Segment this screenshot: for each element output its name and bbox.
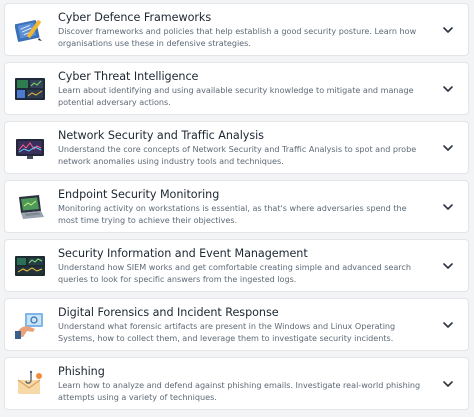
module-title: Security Information and Event Managemen… (58, 247, 308, 260)
network-monitor-icon (15, 134, 45, 162)
module-list: Cyber Defence Frameworks Discover framew… (4, 3, 469, 416)
module-title: Phishing (58, 365, 105, 378)
module-description: Understand what forensic artifacts are p… (58, 321, 396, 343)
chevron-down-icon[interactable] (442, 379, 454, 389)
module-card[interactable]: Cyber Defence Frameworks Discover framew… (4, 3, 469, 56)
threat-dashboard-icon (15, 75, 45, 103)
module-card[interactable]: Phishing Learn how to analyze and defend… (4, 357, 469, 410)
module-description: Understand the core concepts of Network … (58, 144, 417, 166)
forensics-hand-icon (15, 311, 45, 339)
module-card[interactable]: Digital Forensics and Incident Response … (4, 298, 469, 351)
module-description: Monitoring activity on workstations is e… (58, 203, 407, 225)
chevron-down-icon[interactable] (442, 320, 454, 330)
module-description: Discover frameworks and policies that he… (58, 26, 417, 48)
module-description: Learn how to analyze and defend against … (58, 380, 421, 402)
module-title: Network Security and Traffic Analysis (58, 129, 264, 142)
module-title: Digital Forensics and Incident Response (58, 306, 279, 319)
chevron-down-icon[interactable] (442, 202, 454, 212)
chevron-down-icon[interactable] (442, 261, 454, 271)
laptop-icon (15, 193, 45, 221)
siem-dashboard-icon (15, 252, 45, 280)
phishing-hook-icon (15, 370, 45, 398)
module-title: Endpoint Security Monitoring (58, 188, 220, 201)
module-description: Understand how SIEM works and get comfor… (58, 262, 411, 284)
module-title: Cyber Defence Frameworks (58, 11, 212, 24)
module-title: Cyber Threat Intelligence (58, 70, 199, 83)
module-card[interactable]: Security Information and Event Managemen… (4, 239, 469, 292)
chevron-down-icon[interactable] (442, 143, 454, 153)
module-card[interactable]: Endpoint Security Monitoring Monitoring … (4, 180, 469, 233)
module-description: Learn about identifying and using availa… (58, 85, 414, 107)
chevron-down-icon[interactable] (442, 25, 454, 35)
chevron-down-icon[interactable] (442, 84, 454, 94)
blueprint-icon (15, 16, 45, 44)
module-card[interactable]: Cyber Threat Intelligence Learn about id… (4, 62, 469, 115)
module-card[interactable]: Network Security and Traffic Analysis Un… (4, 121, 469, 174)
